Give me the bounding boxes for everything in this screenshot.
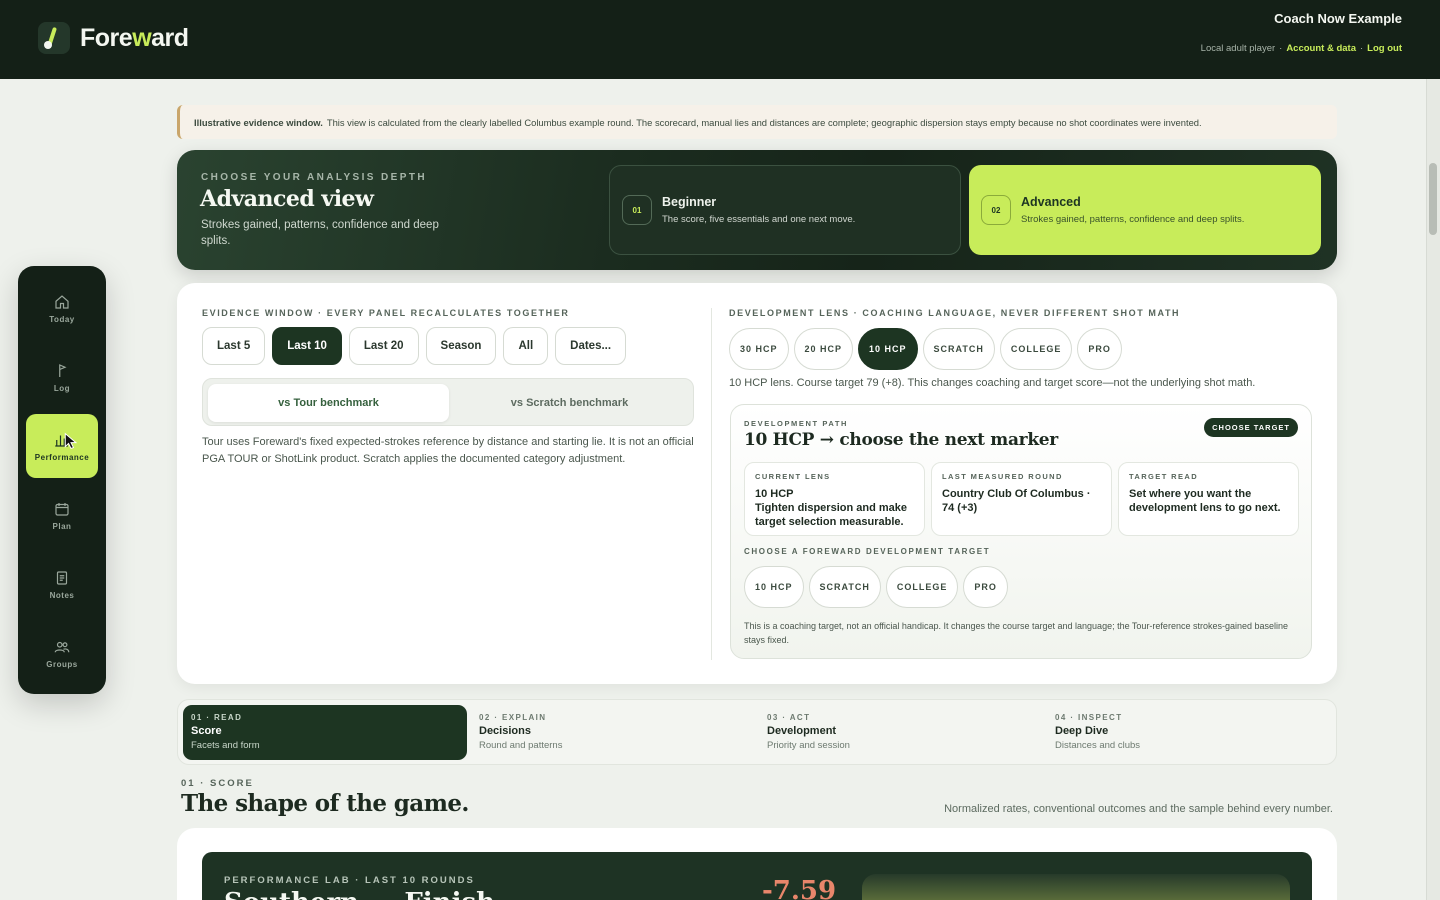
dock-item-performance[interactable]: Performance — [26, 414, 98, 478]
development-path-eyebrow: DEVELOPMENT PATH — [744, 419, 849, 428]
analysis-steps: 01 · READ Score Facets and form 02 · EXP… — [177, 699, 1337, 765]
course-photo — [862, 874, 1290, 900]
window-last-20[interactable]: Last 20 — [348, 327, 419, 365]
performance-lab-title: Southern ... Finish — [224, 888, 495, 900]
dock-item-notes[interactable]: Notes — [26, 552, 98, 616]
window-last-5[interactable]: Last 5 — [202, 327, 266, 365]
score-note: Normalized rates, conventional outcomes … — [944, 803, 1333, 815]
benchmark-note: Tour uses Foreward's fixed expected-stro… — [202, 436, 694, 465]
evidence-lens-card: EVIDENCE WINDOW · EVERY PANEL RECALCULAT… — [177, 283, 1337, 684]
window-dates[interactable]: Dates... — [555, 327, 627, 365]
score-eyebrow: 01 · SCORE — [181, 778, 254, 789]
score-title: The shape of the game. — [181, 790, 469, 817]
illustrative-notice: Illustrative evidence window. This view i… — [177, 105, 1337, 139]
divider — [711, 308, 712, 660]
development-path-title: 10 HCP → choose the next marker — [744, 430, 1058, 450]
tile-target-read: TARGET READ Set where you want the devel… — [1118, 462, 1299, 536]
target-10-hcp[interactable]: 10 HCP — [744, 566, 804, 608]
evidence-window-eyebrow: EVIDENCE WINDOW · EVERY PANEL RECALCULAT… — [202, 308, 570, 318]
choose-target-label: CHOOSE A FOREWARD DEVELOPMENT TARGET — [744, 547, 991, 556]
lens-note: 10 HCP lens. Course target 79 (+8). This… — [729, 377, 1256, 389]
account-data-link[interactable]: Account & data — [1286, 43, 1356, 54]
scrollbar[interactable] — [1426, 79, 1440, 900]
benchmark-tour[interactable]: vs Tour benchmark — [208, 384, 449, 422]
lens-pro[interactable]: PRO — [1077, 328, 1122, 370]
performance-lab-banner: PERFORMANCE LAB · LAST 10 ROUNDS Souther… — [202, 852, 1312, 900]
window-last-10[interactable]: Last 10 — [272, 327, 342, 365]
target-pro[interactable]: PRO — [963, 566, 1008, 608]
dock-item-groups[interactable]: Groups — [26, 621, 98, 685]
brand-logo[interactable]: Foreward — [38, 22, 189, 54]
target-pills: 10 HCP SCRATCH COLLEGE PRO — [744, 566, 1008, 608]
depth-eyebrow: CHOOSE YOUR ANALYSIS DEPTH — [201, 172, 427, 183]
development-lens-eyebrow: DEVELOPMENT LENS · COACHING LANGUAGE, NE… — [729, 308, 1181, 318]
evidence-window-pills: Last 5 Last 10 Last 20 Season All Dates.… — [202, 327, 627, 365]
lens-20-hcp[interactable]: 20 HCP — [793, 328, 854, 370]
home-icon — [55, 294, 69, 309]
development-path-panel: DEVELOPMENT PATH 10 HCP → choose the nex… — [730, 404, 1312, 659]
notes-icon — [56, 570, 68, 585]
depth-description: Strokes gained, patterns, confidence and… — [201, 219, 439, 247]
target-scratch[interactable]: SCRATCH — [808, 566, 881, 608]
calendar-icon — [55, 502, 69, 516]
performance-lab-eyebrow: PERFORMANCE LAB · LAST 10 ROUNDS — [224, 875, 475, 886]
dock-item-plan[interactable]: Plan — [26, 483, 98, 547]
groups-icon — [54, 641, 70, 652]
window-all[interactable]: All — [503, 327, 549, 365]
lens-30-hcp[interactable]: 30 HCP — [729, 328, 789, 370]
top-bar: Foreward Coach Now Example Local adult p… — [0, 0, 1440, 79]
brand-name: Foreward — [80, 23, 189, 52]
depth-title: Advanced view — [200, 186, 374, 212]
window-season[interactable]: Season — [425, 327, 497, 365]
target-note: This is a coaching target, not an offici… — [744, 621, 1289, 645]
benchmark-scratch[interactable]: vs Scratch benchmark — [449, 384, 690, 422]
lens-college[interactable]: COLLEGE — [999, 328, 1073, 370]
choose-target-button[interactable]: CHOOSE TARGET — [1204, 418, 1298, 437]
dock-item-today[interactable]: Today — [26, 276, 98, 340]
lens-10-hcp[interactable]: 10 HCP — [858, 328, 918, 370]
side-dock: Today Log Performance Plan Notes Groups — [18, 266, 106, 694]
depth-option-advanced[interactable]: 02 Advanced Strokes gained, patterns, con… — [969, 165, 1321, 255]
performance-lab-value: -7.59 — [762, 876, 837, 900]
depth-option-beginner[interactable]: 01 Beginner The score, five essentials an… — [609, 165, 961, 255]
target-college[interactable]: COLLEGE — [885, 566, 959, 608]
account-title: Coach Now Example — [1274, 11, 1402, 26]
benchmark-toggle: vs Tour benchmark vs Scratch benchmark — [202, 378, 694, 426]
tile-current-lens: CURRENT LENS 10 HCP Tighten dispersion an… — [744, 462, 925, 536]
logout-link[interactable]: Log out — [1367, 43, 1402, 54]
flag-icon — [59, 363, 67, 377]
account-area: Coach Now Example Local adult player · A… — [1200, 11, 1402, 54]
step-decisions[interactable]: 02 · EXPLAIN Decisions Round and pattern… — [471, 705, 755, 760]
step-score[interactable]: 01 · READ Score Facets and form — [183, 705, 467, 760]
mouse-cursor-icon — [64, 432, 78, 449]
performance-lab-card: PERFORMANCE LAB · LAST 10 ROUNDS Souther… — [177, 828, 1337, 900]
tile-last-measured-round: LAST MEASURED ROUND Country Club Of Colu… — [931, 462, 1112, 536]
lens-scratch[interactable]: SCRATCH — [922, 328, 995, 370]
scrollbar-thumb[interactable] — [1429, 163, 1437, 235]
logo-mark-icon — [38, 22, 70, 54]
development-lens-pills: 30 HCP 20 HCP 10 HCP SCRATCH COLLEGE PRO — [729, 328, 1122, 370]
player-label: Local adult player — [1200, 43, 1276, 54]
step-development[interactable]: 03 · ACT Development Priority and sessio… — [759, 705, 1043, 760]
step-deep-dive[interactable]: 04 · INSPECT Deep Dive Distances and clu… — [1047, 705, 1331, 760]
dock-item-log[interactable]: Log — [26, 345, 98, 409]
analysis-depth-card: CHOOSE YOUR ANALYSIS DEPTH Advanced view… — [177, 150, 1337, 270]
